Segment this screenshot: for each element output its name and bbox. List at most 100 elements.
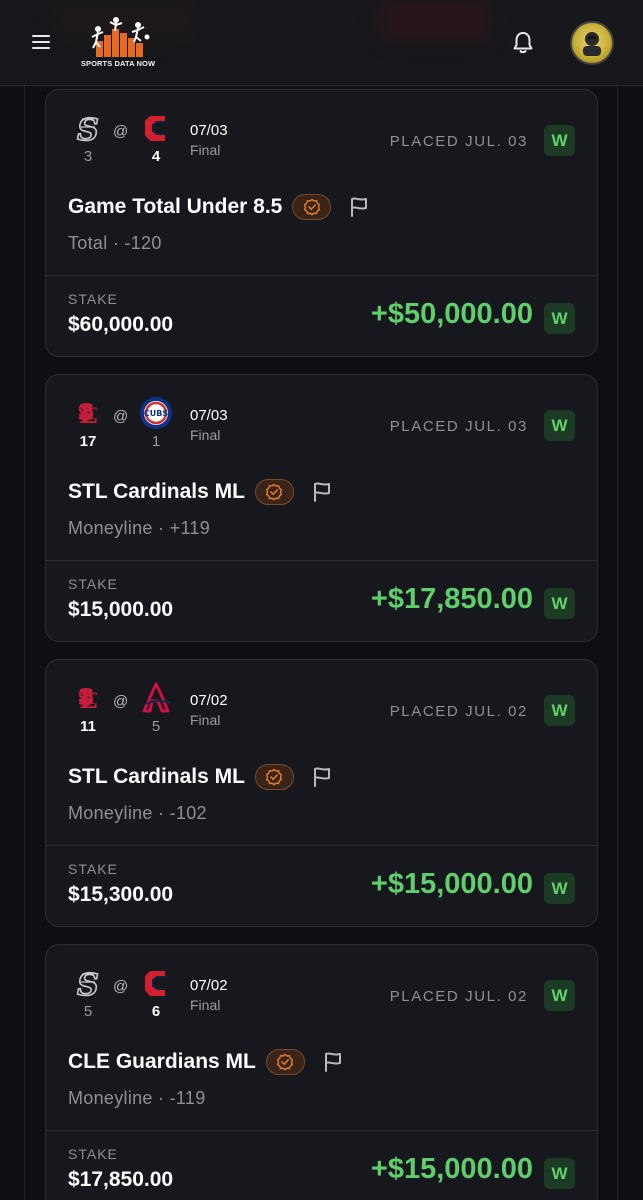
- bet-card[interactable]: S 3 @ 4 07/03 Final PLACED JUL. 03 W Gam…: [45, 89, 598, 357]
- bet-card-footer: STAKE $15,300.00 +$15,000.00 W: [46, 846, 597, 926]
- verified-check-icon: [266, 768, 283, 786]
- bet-card-header: S 5 @ 6 07/02 Final PLACED JUL. 02 W CLE…: [46, 945, 597, 1131]
- placed-date: PLACED JUL. 03: [389, 133, 528, 150]
- pick-title[interactable]: STL Cardinals ML: [68, 480, 245, 504]
- bet-card-footer: STAKE $17,850.00 +$15,000.00 W: [46, 1131, 597, 1200]
- result-badge: W: [544, 125, 575, 156]
- game-status: Final: [190, 142, 221, 158]
- away-team: LST 11: [68, 680, 108, 735]
- verified-badge[interactable]: [254, 479, 294, 505]
- app-header: SPORTS DATA NOW: [0, 0, 643, 86]
- stake-amount: $17,850.00: [68, 1168, 174, 1191]
- verified-check-icon: [266, 483, 283, 501]
- payout-amount: +$17,850.00: [370, 583, 533, 615]
- guardians-logo: [136, 965, 176, 1001]
- result-badge: W: [544, 410, 575, 441]
- game-status: Final: [190, 997, 221, 1013]
- verified-badge[interactable]: [254, 764, 294, 790]
- stake-label: STAKE: [68, 576, 118, 592]
- user-avatar[interactable]: [570, 21, 614, 65]
- stake-amount: $15,000.00: [68, 598, 174, 621]
- home-score: 6: [151, 1003, 161, 1020]
- payout-amount: +$50,000.00: [370, 298, 533, 330]
- at-symbol: @: [113, 978, 129, 995]
- flag-icon[interactable]: [310, 765, 334, 789]
- result-badge: W: [544, 303, 575, 334]
- flag-icon[interactable]: [310, 480, 334, 504]
- result-badge: W: [544, 1158, 575, 1189]
- result-badge: W: [544, 980, 575, 1011]
- home-score: 1: [151, 433, 161, 450]
- pick-title[interactable]: STL Cardinals ML: [68, 765, 245, 789]
- verified-badge[interactable]: [265, 1049, 305, 1075]
- svg-text:CUBS: CUBS: [144, 409, 168, 418]
- verified-check-icon: [277, 1053, 294, 1071]
- guardians-logo: [136, 110, 176, 146]
- verified-badge[interactable]: [292, 194, 332, 220]
- svg-text:T: T: [85, 689, 97, 708]
- placed-date: PLACED JUL. 02: [389, 988, 528, 1005]
- pick-title[interactable]: CLE Guardians ML: [68, 1050, 256, 1074]
- stake-label: STAKE: [68, 291, 118, 307]
- away-score: 3: [83, 148, 93, 165]
- payout-amount: +$15,000.00: [370, 868, 533, 900]
- braves-logo: [136, 680, 176, 716]
- flag-icon[interactable]: [321, 1050, 345, 1074]
- cardinals-logo: LST: [68, 395, 108, 431]
- market-odds: Moneyline · -119: [68, 1088, 206, 1108]
- bell-icon[interactable]: [510, 30, 536, 56]
- game-date: 07/03: [190, 122, 228, 139]
- sports-data-now-logo[interactable]: SPORTS DATA NOW: [76, 15, 160, 71]
- at-symbol: @: [113, 123, 129, 140]
- game-status: Final: [190, 712, 221, 728]
- result-badge: W: [544, 695, 575, 726]
- logo-text: SPORTS DATA NOW: [80, 59, 156, 68]
- placed-date: PLACED JUL. 03: [389, 418, 528, 435]
- svg-text:S: S: [77, 968, 99, 1001]
- stake-amount: $15,300.00: [68, 883, 174, 906]
- at-symbol: @: [113, 408, 129, 425]
- cubs-logo: CUBS: [136, 395, 176, 431]
- flag-icon[interactable]: [347, 195, 371, 219]
- game-date: 07/03: [190, 407, 228, 424]
- market-odds: Total · -120: [68, 233, 162, 253]
- placed-date: PLACED JUL. 02: [389, 703, 528, 720]
- away-score: 17: [79, 433, 97, 450]
- left-rail: [24, 86, 25, 1200]
- header-glow: [380, 0, 490, 40]
- bet-feed: S 3 @ 4 07/03 Final PLACED JUL. 03 W Gam…: [45, 89, 598, 1200]
- bet-card-header: S 3 @ 4 07/03 Final PLACED JUL. 03 W Gam…: [46, 90, 597, 276]
- bet-card[interactable]: LST 17 @ CUBS 1 07/03 Final PLACED JUL. …: [45, 374, 598, 642]
- result-badge: W: [544, 588, 575, 619]
- home-team: 5: [136, 680, 176, 735]
- game-date: 07/02: [190, 692, 228, 709]
- away-team: LST 17: [68, 395, 108, 450]
- hamburger-menu-icon[interactable]: [30, 31, 54, 53]
- bet-card[interactable]: S 5 @ 6 07/02 Final PLACED JUL. 02 W CLE…: [45, 944, 598, 1200]
- white-sox-logo: S: [68, 965, 108, 1001]
- market-odds: Moneyline · +119: [68, 518, 211, 538]
- cardinals-logo: LST: [68, 680, 108, 716]
- bet-card[interactable]: LST 11 @ 5 07/02 Final PLACED JUL. 02 W …: [45, 659, 598, 927]
- svg-text:T: T: [85, 404, 97, 423]
- result-badge: W: [544, 873, 575, 904]
- home-team: 6: [136, 965, 176, 1020]
- away-team: S 5: [68, 965, 108, 1020]
- away-score: 11: [80, 718, 96, 735]
- payout-amount: +$15,000.00: [370, 1153, 533, 1185]
- verified-check-icon: [303, 198, 321, 216]
- game-date: 07/02: [190, 977, 228, 994]
- bet-card-header: LST 17 @ CUBS 1 07/03 Final PLACED JUL. …: [46, 375, 597, 561]
- away-team: S 3: [68, 110, 108, 165]
- bet-card-header: LST 11 @ 5 07/02 Final PLACED JUL. 02 W …: [46, 660, 597, 846]
- home-team: 4: [136, 110, 176, 165]
- home-score: 4: [151, 148, 161, 165]
- pick-title[interactable]: Game Total Under 8.5: [68, 195, 282, 219]
- svg-text:S: S: [77, 113, 99, 146]
- stake-label: STAKE: [68, 1146, 118, 1162]
- home-team: CUBS 1: [136, 395, 176, 450]
- right-rail: [617, 86, 618, 1200]
- bet-card-footer: STAKE $15,000.00 +$17,850.00 W: [46, 561, 597, 641]
- bet-card-footer: STAKE $60,000.00 +$50,000.00 W: [46, 276, 597, 356]
- white-sox-logo: S: [68, 110, 108, 146]
